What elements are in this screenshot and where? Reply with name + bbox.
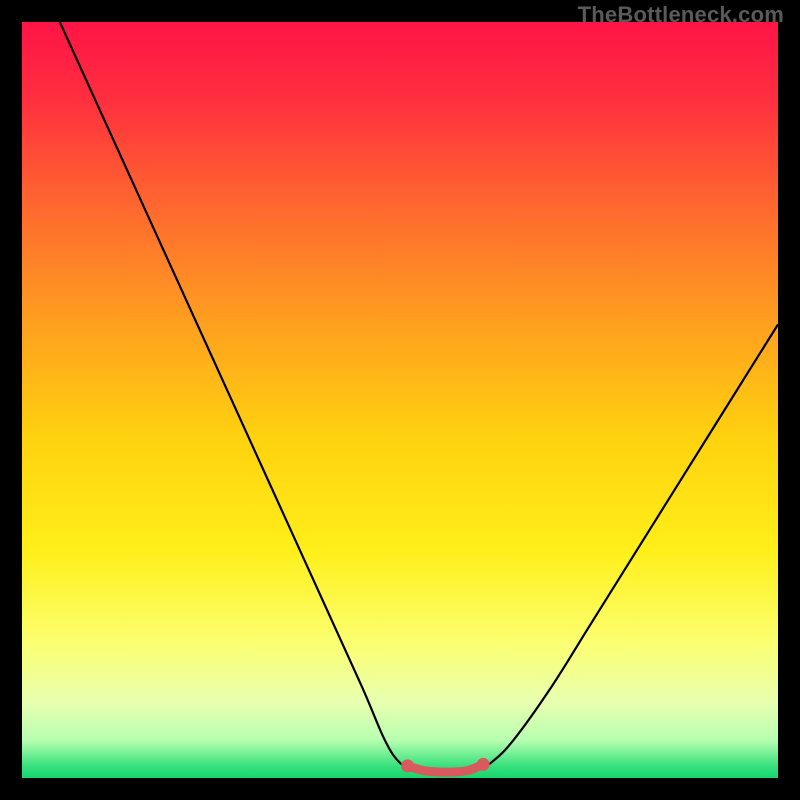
- gradient-background: [22, 22, 778, 778]
- plot-area: [22, 22, 778, 778]
- chart-frame: TheBottleneck.com: [0, 0, 800, 800]
- marker-endpoint: [477, 758, 490, 771]
- bottleneck-chart: [22, 22, 778, 778]
- marker-endpoint: [401, 759, 414, 772]
